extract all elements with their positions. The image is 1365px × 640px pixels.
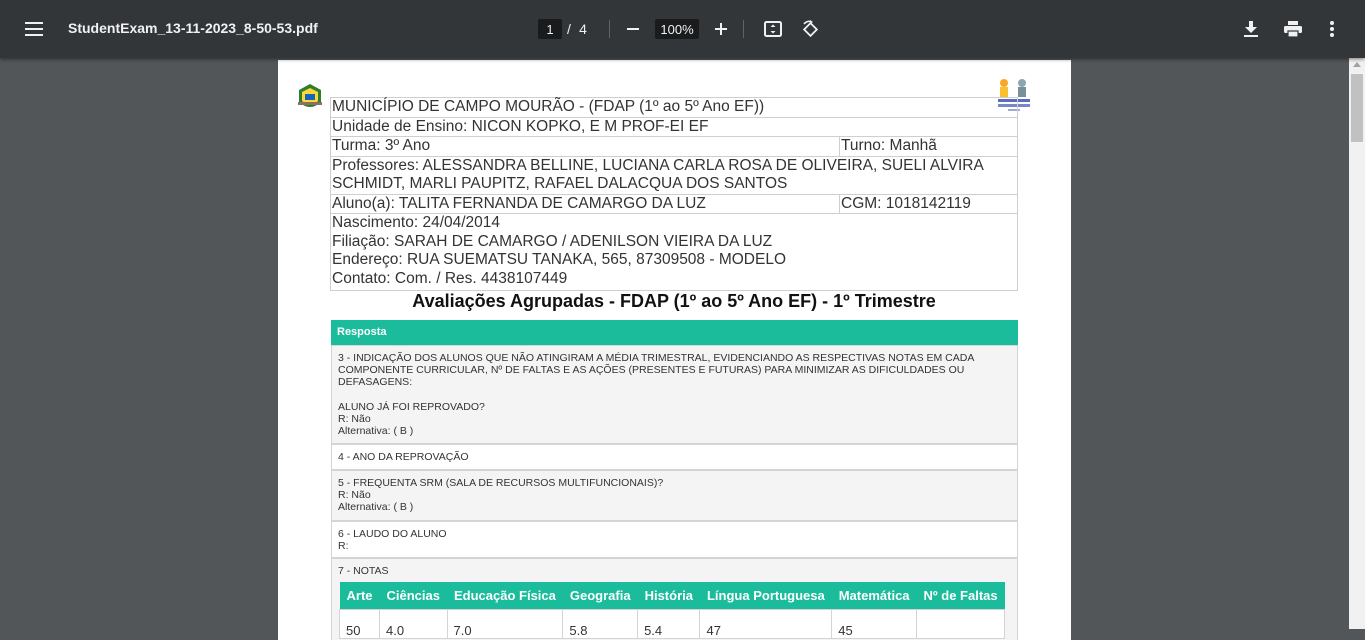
grade-value: 7.0 bbox=[446, 609, 564, 639]
grade-header: Ciências bbox=[379, 582, 447, 610]
rotate-icon bbox=[802, 20, 819, 38]
download-icon bbox=[1244, 21, 1258, 37]
grade-header: Arte bbox=[339, 582, 380, 610]
fit-page-button[interactable] bbox=[761, 17, 785, 41]
grade-header: Educação Física bbox=[447, 582, 563, 610]
grade-value bbox=[916, 609, 1006, 639]
parents-text: Filiação: SARAH DE CAMARGO / ADENILSON V… bbox=[332, 232, 773, 250]
question-text: 3 - INDICAÇÃO DOS ALUNOS QUE NÃO ATINGIR… bbox=[338, 352, 975, 364]
vertical-scrollbar[interactable] bbox=[1349, 58, 1365, 629]
student-name-text: Aluno(a): TALITA FERNANDA DE CAMARGO DA … bbox=[332, 194, 706, 212]
zoom-in-icon bbox=[715, 23, 727, 35]
municipality-text: MUNICÍPIO DE CAMPO MOURÃO - (FDAP (1º ao… bbox=[332, 98, 765, 115]
download-button[interactable] bbox=[1240, 17, 1262, 41]
grade-header: Geografia bbox=[562, 582, 638, 610]
question-text: DEFASAGENS: bbox=[338, 376, 413, 388]
toolbar-divider bbox=[743, 20, 744, 38]
question-5: 5 - FREQUENTA SRM (SALA DE RECURSOS MULT… bbox=[331, 470, 1018, 521]
grades-values-row: 50 4.0 7.0 5.8 5.4 47 45 bbox=[338, 609, 1006, 639]
pdf-toolbar: StudentExam_13-11-2023_8-50-53.pdf 1 / 4… bbox=[0, 0, 1365, 58]
question-7-grades: 7 - NOTAS Arte Ciências Educação Física … bbox=[331, 558, 1018, 640]
address-text: Endereço: RUA SUEMATSU TANAKA, 565, 8730… bbox=[332, 251, 787, 268]
document-title: StudentExam_13-11-2023_8-50-53.pdf bbox=[68, 20, 318, 36]
evaluation-title: Avaliações Agrupadas - FDAP (1º ao 5º An… bbox=[412, 291, 936, 311]
zoom-input[interactable]: 100% bbox=[655, 19, 699, 39]
grade-value: 45 bbox=[831, 609, 918, 639]
grades-header-row: Arte Ciências Educação Física Geografia … bbox=[339, 582, 1005, 610]
grade-value: 4.0 bbox=[379, 609, 448, 639]
page-number-input[interactable]: 1 bbox=[538, 19, 562, 39]
scroll-up-arrow-icon[interactable] bbox=[1353, 62, 1361, 67]
alternative-text: Alternativa: ( B ) bbox=[338, 425, 414, 437]
question-4: 4 - ANO DA REPROVAÇÃO bbox=[331, 444, 1018, 470]
more-options-button[interactable] bbox=[1322, 17, 1342, 41]
question-text: COMPONENTE CURRICULAR, Nº DE FALTAS E AS… bbox=[338, 364, 965, 376]
teachers-line-1: Professores: ALESSANDRA BELLINE, LUCIANA… bbox=[332, 156, 984, 174]
birth-text: Nascimento: 24/04/2014 bbox=[332, 214, 501, 231]
answer-text: R: bbox=[338, 540, 349, 552]
fit-page-icon bbox=[764, 21, 782, 37]
grade-value: 5.8 bbox=[562, 609, 639, 639]
student-info-header: MUNICÍPIO DE CAMPO MOURÃO - (FDAP (1º ao… bbox=[330, 97, 1018, 291]
response-header: Resposta bbox=[331, 320, 1018, 345]
page-total: 4 bbox=[579, 21, 587, 37]
zoom-out-icon bbox=[627, 28, 639, 30]
municipal-coat-of-arms-logo bbox=[298, 84, 322, 107]
scroll-thumb[interactable] bbox=[1351, 74, 1363, 142]
more-vert-icon bbox=[1330, 21, 1334, 37]
cgm-text: CGM: 1018142119 bbox=[839, 194, 1017, 213]
question-text: 7 - NOTAS bbox=[338, 565, 389, 577]
zoom-out-button[interactable] bbox=[622, 17, 644, 41]
grade-value: 47 bbox=[699, 609, 833, 639]
grade-header: Língua Portuguesa bbox=[699, 582, 832, 610]
print-button[interactable] bbox=[1281, 17, 1305, 41]
grades-table: Arte Ciências Educação Física Geografia … bbox=[338, 582, 1006, 639]
grade-header: Nº de Faltas bbox=[916, 582, 1005, 610]
class-text: Turma: 3º Ano bbox=[332, 137, 431, 154]
pdf-page: MUNICÍPIO DE CAMPO MOURÃO - (FDAP (1º ao… bbox=[278, 60, 1071, 640]
question-subtext: ALUNO JÁ FOI REPROVADO? bbox=[338, 401, 485, 413]
grade-header: História bbox=[637, 582, 700, 610]
print-icon bbox=[1284, 21, 1302, 37]
menu-icon bbox=[25, 22, 43, 36]
question-6: 6 - LAUDO DO ALUNO R: bbox=[331, 521, 1018, 558]
grade-value: 50 bbox=[338, 609, 381, 639]
shift-text: Turno: Manhã bbox=[839, 137, 1017, 156]
question-text: 4 - ANO DA REPROVAÇÃO bbox=[338, 451, 469, 463]
rotate-button[interactable] bbox=[798, 17, 822, 41]
question-text: 5 - FREQUENTA SRM (SALA DE RECURSOS MULT… bbox=[338, 477, 664, 489]
answer-text: R: Não bbox=[338, 413, 371, 425]
toolbar-divider bbox=[609, 20, 610, 38]
teachers-text: Professores: ALESSANDRA BELLINE, LUCIANA… bbox=[330, 156, 1018, 195]
school-text: Unidade de Ensino: NICON KOPKO, E M PROF… bbox=[332, 117, 709, 135]
student-details: Nascimento: 24/04/2014 Filiação: SARAH D… bbox=[330, 214, 1018, 291]
question-text: 6 - LAUDO DO ALUNO bbox=[338, 528, 447, 540]
alternative-text: Alternativa: ( B ) bbox=[338, 501, 414, 513]
zoom-in-button[interactable] bbox=[710, 17, 732, 41]
grade-header: Matemática bbox=[831, 582, 917, 610]
menu-button[interactable] bbox=[18, 17, 50, 41]
contact-text: Contato: Com. / Res. 4438107449 bbox=[332, 269, 568, 287]
page-separator: / bbox=[567, 21, 571, 37]
teachers-line-2: SCHMIDT, MARLI PAUPITZ, RAFAEL DALACQUA … bbox=[332, 175, 788, 192]
question-3: 3 - INDICAÇÃO DOS ALUNOS QUE NÃO ATINGIR… bbox=[331, 345, 1018, 444]
answer-text: R: Não bbox=[338, 489, 371, 501]
grade-value: 5.4 bbox=[637, 609, 701, 639]
